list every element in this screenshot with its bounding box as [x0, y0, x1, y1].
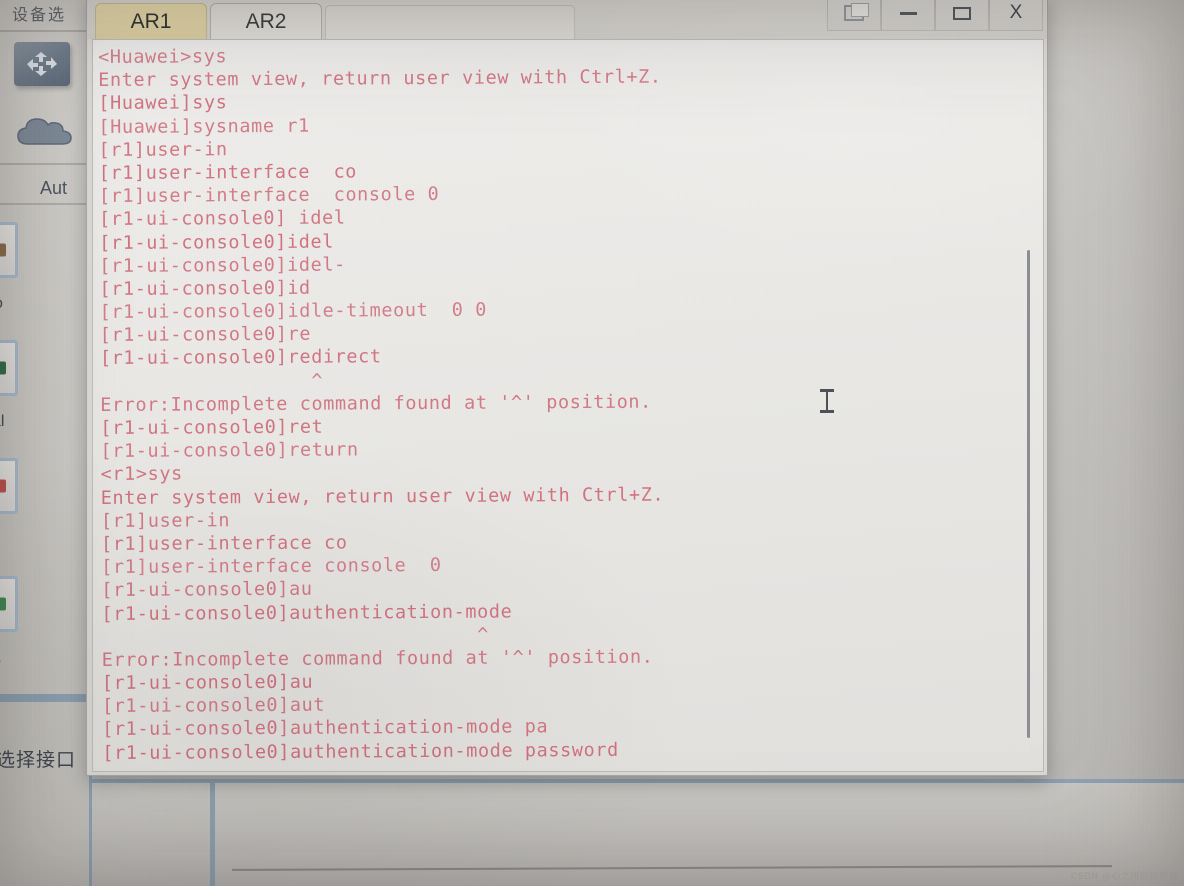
window-controls: X [827, 0, 1043, 33]
restore-window-button[interactable] [827, 0, 881, 31]
sidebar-section-label: Aut [40, 178, 68, 198]
list-item[interactable] [0, 340, 18, 396]
device-glyph-icon [0, 597, 6, 611]
cli-console-window: AR1 AR2 X <Huawei>sys Enter system view,… [86, 0, 1048, 776]
terminal-text: <Huawei>sys Enter system view, return use… [98, 40, 1043, 765]
device-glyph-icon [0, 243, 6, 257]
list-item-label: L [0, 649, 1, 667]
terminal-line: [r1-ui-console0]authentication-mode pass… [102, 739, 619, 764]
sidebar-divider-mid [0, 163, 92, 165]
list-item-label: o [0, 295, 3, 313]
interface-select-label: 选择接口 [0, 749, 77, 771]
close-window-button[interactable]: X [989, 0, 1043, 31]
minimize-icon [899, 11, 917, 15]
tab-ar2-label: AR2 [245, 9, 287, 33]
tab-ar1-label: AR1 [130, 9, 172, 33]
list-item[interactable] [0, 222, 18, 278]
minimize-window-button[interactable] [881, 0, 935, 31]
sidebar-title: 设备选 [12, 5, 67, 24]
terminal-scrollbar-thumb[interactable] [1027, 250, 1030, 738]
text-cursor-icon [820, 388, 834, 414]
device-sidebar: 设备选 Aut o [0, 0, 92, 886]
maximize-window-button[interactable] [935, 0, 989, 31]
terminal-output-area[interactable]: <Huawei>sys Enter system view, return use… [92, 39, 1044, 772]
screen-photo: 设备选 Aut o [0, 0, 1184, 886]
watermark: CSDN @心之所向的南墙 [1070, 872, 1178, 882]
maximize-icon [953, 6, 971, 20]
sidebar-divider-top [0, 30, 92, 32]
terminal-scrollbar[interactable] [1025, 42, 1039, 771]
list-item[interactable] [0, 458, 18, 514]
window-titlebar: AR1 AR2 X [87, 0, 1047, 39]
tabstrip: AR1 AR2 [95, 1, 575, 39]
list-item[interactable] [0, 576, 18, 632]
tab-ar1[interactable]: AR1 [95, 3, 207, 39]
bottom-panel-rule [231, 865, 1113, 871]
device-glyph-icon [0, 361, 6, 375]
close-icon: X [1009, 2, 1023, 23]
tabstrip-filler [325, 5, 575, 39]
restore-icon [844, 3, 869, 21]
bottom-panel-divider [210, 783, 215, 886]
router-icon[interactable] [14, 42, 70, 86]
bottom-panel [92, 779, 1184, 886]
cloud-icon[interactable] [12, 108, 74, 156]
device-glyph-icon [0, 479, 6, 493]
list-item-label: al [0, 413, 5, 430]
sidebar-divider-list [0, 203, 92, 205]
sidebar-divider-bottom [0, 694, 92, 702]
tab-ar2[interactable]: AR2 [210, 3, 322, 39]
